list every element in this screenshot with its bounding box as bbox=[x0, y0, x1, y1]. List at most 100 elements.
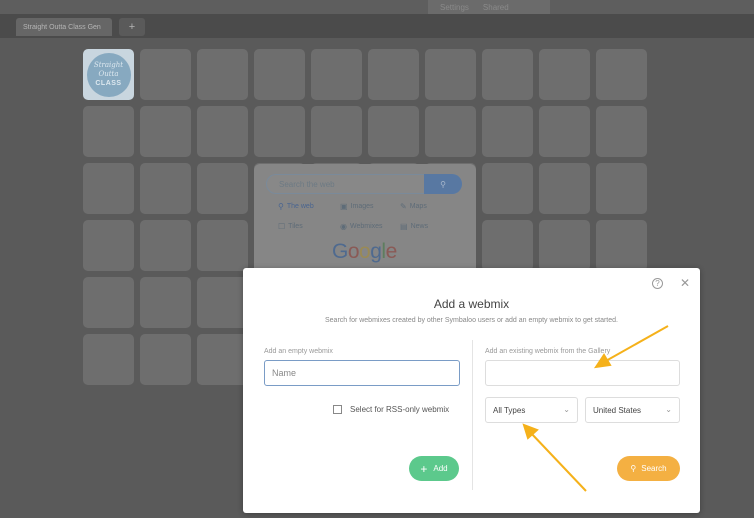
empty-tile[interactable] bbox=[539, 220, 590, 271]
empty-tile[interactable] bbox=[482, 163, 533, 214]
option-images[interactable]: ▣ Images bbox=[340, 202, 374, 211]
empty-tile[interactable] bbox=[140, 277, 191, 328]
logo-line-3: CLASS bbox=[95, 80, 122, 87]
top-bar bbox=[0, 0, 754, 14]
empty-tile[interactable] bbox=[83, 106, 134, 157]
empty-tile[interactable] bbox=[197, 163, 248, 214]
dialog-subtitle: Search for webmixes created by other Sym… bbox=[325, 317, 618, 324]
empty-tile[interactable] bbox=[482, 49, 533, 100]
country-select-value: United States bbox=[593, 405, 642, 415]
tab-strip bbox=[0, 14, 754, 38]
option-news[interactable]: ▤ News bbox=[400, 222, 428, 231]
option-webmixes[interactable]: ◉ Webmixes bbox=[340, 222, 383, 231]
type-select-value: All Types bbox=[493, 405, 526, 415]
empty-tile[interactable] bbox=[368, 106, 419, 157]
top-menu: Settings Shared bbox=[428, 0, 550, 14]
shared-link[interactable]: Shared bbox=[483, 3, 509, 12]
option-label: Maps bbox=[409, 203, 427, 210]
class-logo-tile[interactable]: Straight Outta CLASS bbox=[83, 49, 134, 100]
empty-tile[interactable] bbox=[254, 106, 305, 157]
column-divider bbox=[472, 340, 473, 490]
empty-tile[interactable] bbox=[140, 106, 191, 157]
google-logo-letter: o bbox=[347, 240, 360, 263]
chevron-down-icon: ⌄ bbox=[563, 405, 570, 414]
google-logo-letter: o bbox=[359, 240, 371, 263]
dialog-title: Add a webmix bbox=[433, 297, 510, 311]
add-webmix-dialog: ? ✕ Add a webmix Search for webmixes cre… bbox=[243, 268, 700, 513]
empty-tile[interactable] bbox=[425, 49, 476, 100]
rss-only-checkbox[interactable] bbox=[333, 405, 342, 414]
web-search-button[interactable]: ⚲ bbox=[424, 174, 462, 194]
empty-tile[interactable] bbox=[197, 334, 248, 385]
web-search-placeholder: Search the web bbox=[279, 180, 335, 189]
square-icon: ☐ bbox=[278, 222, 286, 231]
option-label: Tiles bbox=[288, 223, 303, 230]
add-tab-button[interactable]: + bbox=[119, 18, 145, 36]
empty-tile[interactable] bbox=[83, 334, 134, 385]
help-icon[interactable]: ? bbox=[652, 278, 663, 289]
option-maps[interactable]: ✎ Maps bbox=[400, 202, 427, 211]
empty-tile[interactable] bbox=[254, 49, 305, 100]
news-icon: ▤ bbox=[400, 222, 408, 231]
class-logo-icon: Straight Outta CLASS bbox=[86, 52, 131, 97]
name-input[interactable] bbox=[264, 360, 460, 386]
option-label: Webmixes bbox=[349, 223, 383, 230]
empty-tile[interactable] bbox=[140, 334, 191, 385]
empty-tile[interactable] bbox=[197, 106, 248, 157]
empty-tile[interactable] bbox=[596, 220, 647, 271]
search-icon: ⚲ bbox=[440, 179, 446, 189]
empty-tile[interactable] bbox=[596, 163, 647, 214]
option-tiles[interactable]: ☐ Tiles bbox=[278, 222, 303, 231]
gallery-webmix-label: Add an existing webmix from the Gallery bbox=[485, 348, 611, 355]
empty-tile[interactable] bbox=[83, 220, 134, 271]
image-icon: ▣ bbox=[340, 202, 348, 211]
google-logo-letter: G bbox=[332, 240, 348, 263]
close-icon[interactable]: ✕ bbox=[680, 276, 690, 290]
empty-tile[interactable] bbox=[83, 277, 134, 328]
add-button-label: Add bbox=[433, 464, 448, 473]
rss-only-label: Select for RSS-only webmix bbox=[350, 405, 450, 414]
rss-only-option[interactable]: Select for RSS-only webmix bbox=[333, 405, 449, 414]
empty-tile[interactable] bbox=[311, 106, 362, 157]
empty-tile[interactable] bbox=[140, 163, 191, 214]
empty-tile[interactable] bbox=[482, 106, 533, 157]
country-select[interactable]: United States ⌄ bbox=[585, 397, 680, 423]
gallery-search-input[interactable] bbox=[485, 360, 680, 386]
tab-active[interactable]: Straight Outta Class Gen bbox=[16, 18, 112, 36]
settings-link[interactable]: Settings bbox=[440, 3, 469, 12]
empty-tile[interactable] bbox=[539, 49, 590, 100]
empty-tile[interactable] bbox=[539, 163, 590, 214]
empty-tile[interactable] bbox=[425, 106, 476, 157]
radio-icon: ◉ bbox=[340, 222, 347, 231]
google-logo: Google bbox=[332, 240, 397, 264]
google-logo-letter: e bbox=[385, 240, 398, 263]
logo-line-1: Straight bbox=[93, 61, 124, 69]
empty-tile[interactable] bbox=[596, 49, 647, 100]
empty-tile[interactable] bbox=[83, 163, 134, 214]
empty-tile[interactable] bbox=[368, 49, 419, 100]
search-icon: ⚲ bbox=[278, 202, 284, 211]
web-search-box[interactable]: Search the web ⚲ bbox=[266, 174, 462, 194]
search-button[interactable]: ⚲ Search bbox=[617, 456, 680, 481]
empty-tile[interactable] bbox=[140, 49, 191, 100]
empty-tile[interactable] bbox=[539, 106, 590, 157]
map-icon: ✎ bbox=[400, 202, 407, 211]
empty-tile[interactable] bbox=[596, 106, 647, 157]
empty-webmix-label: Add an empty webmix bbox=[264, 348, 333, 355]
logo-line-2: Outta bbox=[98, 70, 119, 78]
empty-tile[interactable] bbox=[197, 49, 248, 100]
google-search-tile: Search the web ⚲ ⚲ The web ▣ Images ✎ Maps … bbox=[254, 164, 476, 284]
option-label: Images bbox=[350, 203, 374, 210]
type-select[interactable]: All Types ⌄ bbox=[485, 397, 578, 423]
empty-tile[interactable] bbox=[311, 49, 362, 100]
empty-tile[interactable] bbox=[140, 220, 191, 271]
option-label: The web bbox=[286, 203, 314, 210]
empty-tile[interactable] bbox=[197, 220, 248, 271]
google-logo-letter: g bbox=[370, 240, 382, 263]
search-button-label: Search bbox=[641, 464, 667, 473]
empty-tile[interactable] bbox=[197, 277, 248, 328]
add-button[interactable]: + Add bbox=[409, 456, 459, 481]
option-the-web[interactable]: ⚲ The web bbox=[278, 202, 314, 211]
empty-tile[interactable] bbox=[482, 220, 533, 271]
option-label: News bbox=[410, 223, 429, 230]
